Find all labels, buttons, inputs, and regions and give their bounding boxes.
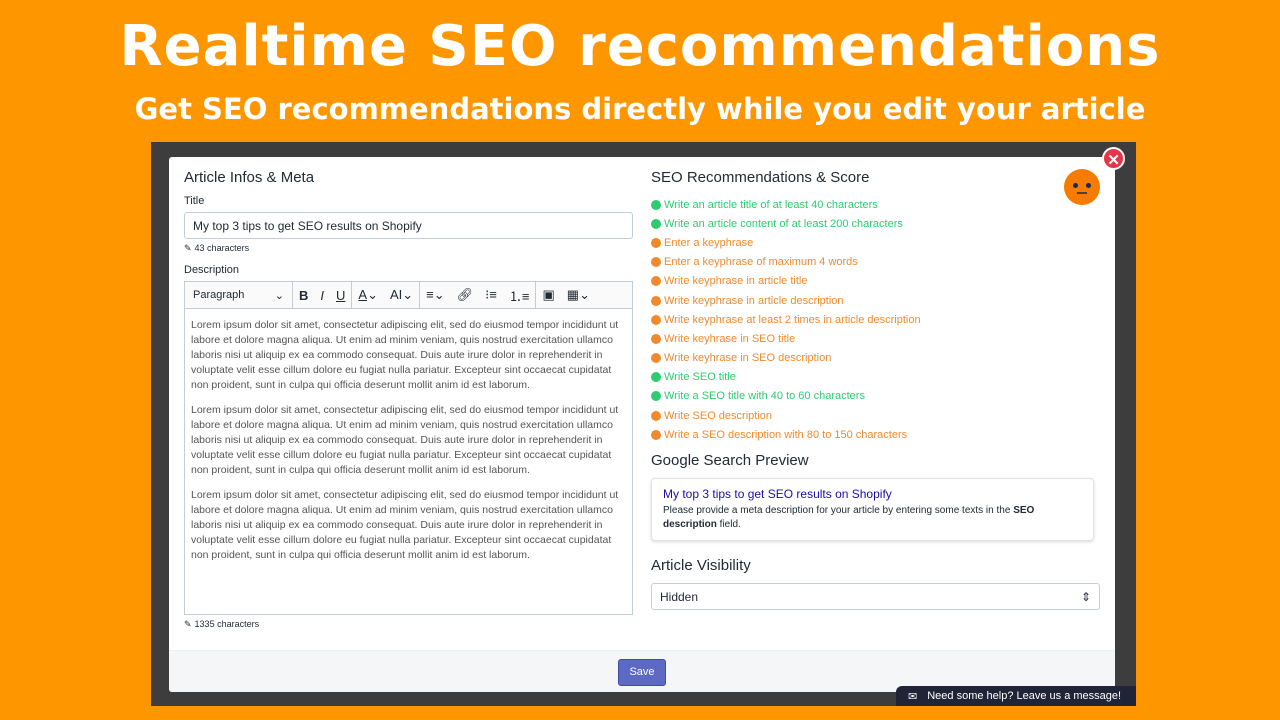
- preview-heading: Google Search Preview: [651, 452, 809, 470]
- paragraph: Lorem ipsum dolor sit amet, consectetur …: [191, 319, 619, 391]
- article-infos-column: Article Infos & Meta Title My top 3 tips…: [184, 169, 633, 640]
- neutral-face-icon: [1064, 169, 1100, 205]
- help-chat-button[interactable]: ✉ Need some help? Leave us a message!: [896, 686, 1136, 706]
- bullet-list-icon[interactable]: ⁝≡: [485, 287, 497, 303]
- hero-title: Realtime SEO recommendations: [119, 14, 1161, 79]
- underline-icon[interactable]: U: [336, 288, 345, 303]
- title-count: ✎ 43 characters: [184, 243, 250, 253]
- recommendation-item: Write keyphrase at least 2 times in arti…: [651, 310, 1100, 329]
- recommendation-item: Enter a keyphrase of maximum 4 words: [651, 253, 1100, 272]
- visibility-heading: Article Visibility: [651, 557, 751, 575]
- status-dot-icon: [651, 429, 661, 440]
- status-dot-icon: [651, 276, 661, 287]
- recommendation-item: Write SEO description: [651, 406, 1100, 425]
- recommendation-item: Write keyphrase in article title: [651, 272, 1100, 291]
- modal: Article Infos & Meta Title My top 3 tips…: [169, 157, 1115, 692]
- recommendation-item: Enter a keyphrase: [651, 233, 1100, 252]
- status-dot-icon: [651, 218, 661, 229]
- bold-icon[interactable]: B: [299, 288, 308, 303]
- italic-icon[interactable]: I: [320, 288, 324, 303]
- recommendation-item: Write keyhrase in SEO description: [651, 349, 1100, 368]
- status-dot-icon: [651, 391, 661, 402]
- recommendation-item: Write keyphrase in article description: [651, 291, 1100, 310]
- font-size-icon[interactable]: AI⌄: [390, 287, 413, 303]
- chevron-down-icon: ⌄: [274, 289, 284, 302]
- status-dot-icon: [651, 295, 661, 306]
- select-arrows-icon: ⇕: [1080, 590, 1091, 605]
- align-icon[interactable]: ≡⌄: [426, 287, 444, 303]
- google-preview: My top 3 tips to get SEO results on Shop…: [651, 478, 1094, 542]
- recommendation-item: Write SEO title: [651, 368, 1100, 387]
- paragraph-dropdown[interactable]: Paragraph ⌄: [185, 282, 293, 308]
- font-color-icon[interactable]: A⌄: [358, 287, 378, 303]
- seo-heading: SEO Recommendations & Score: [651, 169, 870, 186]
- status-dot-icon: [651, 237, 661, 248]
- description-editor: Paragraph ⌄ BIU A⌄ AI⌄ ≡⌄ 🔗︎ ⁝≡ ⒈≡ ▣ ▦⌄ Lorem …: [184, 281, 633, 615]
- description-label: Description: [184, 264, 240, 276]
- close-icon[interactable]: ✕: [1102, 147, 1125, 170]
- link-icon[interactable]: 🔗︎: [457, 287, 474, 303]
- status-dot-icon: [651, 410, 661, 421]
- table-icon[interactable]: ▦⌄: [567, 287, 590, 303]
- seo-column: SEO Recommendations & Score Write an art…: [651, 169, 1100, 611]
- preview-description: Please provide a meta description for yo…: [663, 505, 1035, 531]
- status-dot-icon: [651, 257, 661, 268]
- title-label: Title: [184, 195, 205, 207]
- description-count: ✎ 1335 characters: [184, 619, 260, 629]
- status-dot-icon: [651, 314, 661, 325]
- paragraph: Lorem ipsum dolor sit amet, consectetur …: [191, 404, 619, 476]
- article-infos-heading: Article Infos & Meta: [184, 169, 315, 186]
- hero-subtitle: Get SEO recommendations directly while y…: [134, 92, 1146, 126]
- recommendations-list: Write an article title of at least 40 ch…: [651, 195, 1100, 444]
- preview-title: My top 3 tips to get SEO results on Shop…: [663, 487, 892, 502]
- recommendation-item: Write a SEO description with 80 to 150 c…: [651, 425, 1100, 444]
- editor-content[interactable]: Lorem ipsum dolor sit amet, consectetur …: [185, 309, 632, 614]
- title-input[interactable]: My top 3 tips to get SEO results on Shop…: [184, 212, 633, 239]
- recommendation-item: Write keyhrase in SEO title: [651, 329, 1100, 348]
- status-dot-icon: [651, 333, 661, 344]
- status-dot-icon: [651, 372, 661, 383]
- status-dot-icon: [651, 353, 661, 364]
- status-dot-icon: [651, 199, 661, 210]
- editor-toolbar: Paragraph ⌄ BIU A⌄ AI⌄ ≡⌄ 🔗︎ ⁝≡ ⒈≡ ▣ ▦⌄: [185, 282, 632, 309]
- recommendation-item: Write an article title of at least 40 ch…: [651, 195, 1100, 214]
- recommendation-item: Write a SEO title with 40 to 60 characte…: [651, 387, 1100, 406]
- edit-note-icon: ✎: [184, 243, 192, 253]
- recommendation-item: Write an article content of at least 200…: [651, 214, 1100, 233]
- visibility-select[interactable]: Hidden ⇕: [651, 583, 1100, 611]
- save-button[interactable]: Save: [618, 659, 666, 686]
- paragraph: Lorem ipsum dolor sit amet, consectetur …: [191, 489, 619, 561]
- mail-icon: ✉: [908, 690, 918, 703]
- edit-note-icon: ✎: [184, 619, 192, 629]
- numbered-list-icon[interactable]: ⒈≡: [509, 286, 530, 305]
- image-icon[interactable]: ▣: [542, 287, 554, 303]
